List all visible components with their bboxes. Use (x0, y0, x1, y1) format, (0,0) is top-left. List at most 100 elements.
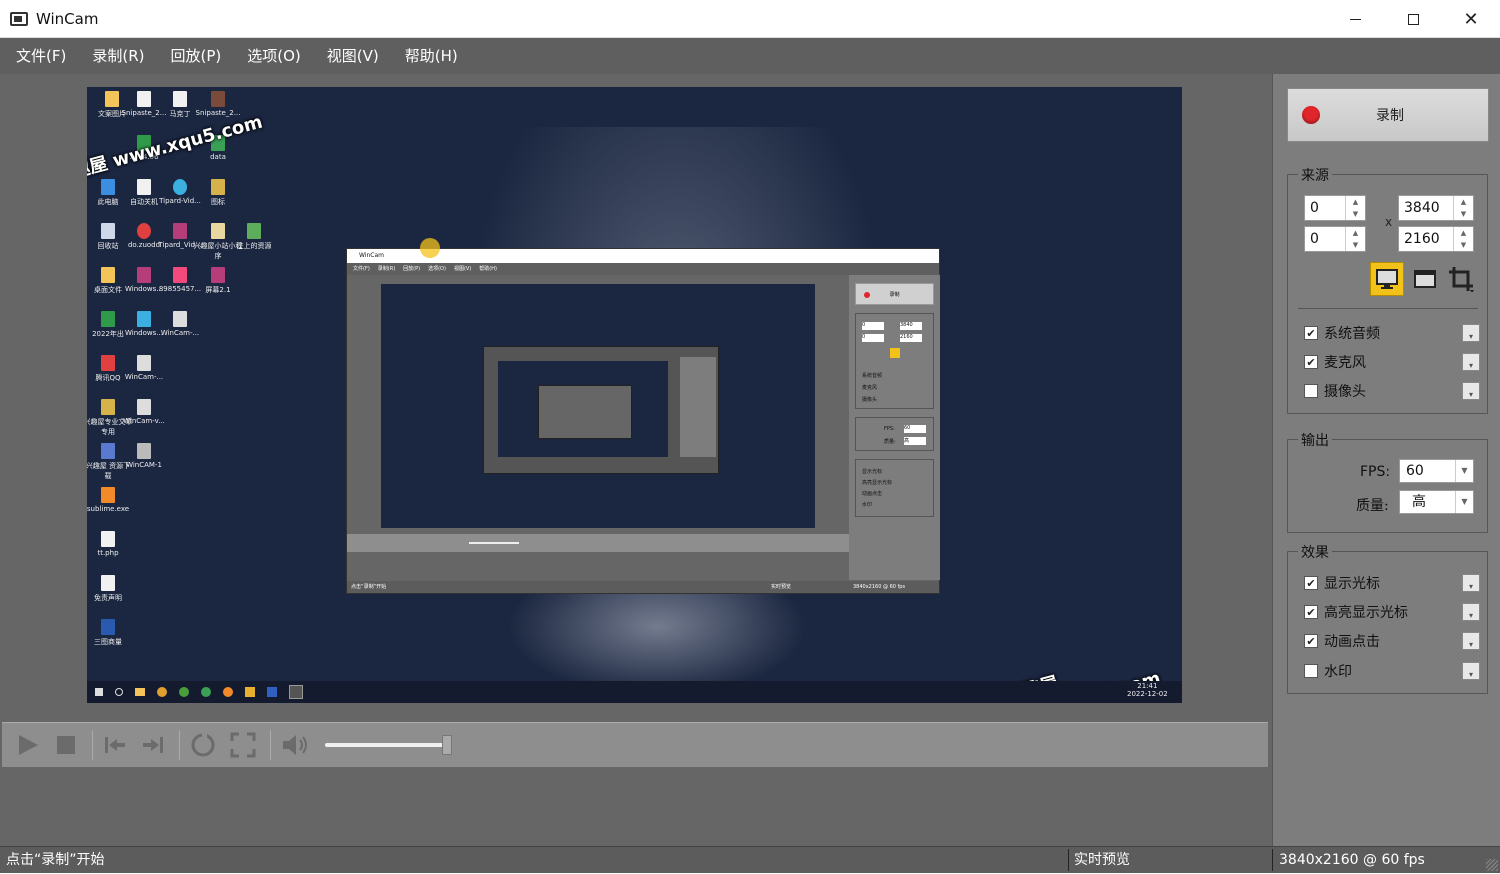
separator (92, 730, 93, 760)
explorer-icon[interactable] (135, 688, 145, 696)
menu-help[interactable]: 帮助(H) (395, 38, 468, 74)
microphone-option[interactable]: ✔ 麦克风 ▾ (1304, 351, 1480, 373)
animate-click-settings-button[interactable]: ▾ (1462, 632, 1480, 650)
desktop-icon[interactable]: tt.php (87, 531, 133, 557)
search-icon[interactable] (115, 688, 123, 696)
browser-icon[interactable] (157, 687, 167, 697)
source-group: 来源 0 ▲ ▼ 0 ▲ ▼ x 3840 ▲ ▼ 2160 ▲ ▼ ✔ 系统音频 ▾ ✔ 麦克… (1287, 165, 1488, 414)
show-cursor-option[interactable]: ✔ 显示光标 ▾ (1304, 572, 1480, 594)
volume-slider-handle[interactable] (442, 735, 452, 755)
volume-slider[interactable] (325, 735, 455, 755)
play-icon[interactable] (16, 733, 40, 757)
status-bar: 点击“录制”开始 实时预览 3840x2160 @ 60 fps (0, 846, 1500, 873)
menu-options[interactable]: 选项(O) (237, 38, 311, 74)
desktop-icon[interactable]: 注上的资源 (229, 223, 279, 251)
menu-file[interactable]: 文件(F) (6, 38, 76, 74)
desktop-icon[interactable]: sublime.exe (87, 487, 133, 513)
separator (270, 730, 271, 760)
desktop-icon[interactable]: 三图商量 (87, 619, 133, 647)
monitor-icon (1376, 269, 1398, 289)
highlight-cursor-checkbox[interactable]: ✔ (1304, 605, 1318, 619)
desktop-icon[interactable]: WinCam-v... (119, 399, 169, 425)
highlight-cursor-settings-button[interactable]: ▾ (1462, 603, 1480, 621)
desktop-icon[interactable]: 免责声明 (87, 575, 133, 603)
animate-click-checkbox[interactable]: ✔ (1304, 634, 1318, 648)
quality-select[interactable]: 高 ▼ (1399, 490, 1474, 514)
output-label: 输出 (1298, 430, 1332, 450)
camera-settings-button[interactable]: ▾ (1462, 382, 1480, 400)
camera-option[interactable]: 摄像头 ▾ (1304, 380, 1480, 402)
window-icon (1414, 270, 1436, 288)
wincam-taskbar-icon[interactable] (289, 685, 303, 699)
system-audio-settings-button[interactable]: ▾ (1462, 324, 1480, 342)
window-source-button[interactable] (1408, 262, 1442, 296)
record-label: 录制 (1376, 108, 1404, 124)
desktop-icon[interactable]: WinCam-... (119, 355, 169, 381)
desktop-taskbar: 21:41 2022-12-02 (87, 681, 1182, 703)
photoshop-icon[interactable] (267, 687, 277, 697)
cursor-highlight (420, 238, 440, 258)
chevron-down-icon: ▼ (1455, 491, 1473, 513)
source-height-input[interactable]: 2160 ▲ ▼ (1398, 226, 1474, 252)
nested-preview (381, 284, 815, 528)
record-button[interactable]: 录制 (1287, 88, 1489, 142)
effects-label: 效果 (1298, 542, 1332, 562)
camera-checkbox[interactable] (1304, 384, 1318, 398)
nested-preview-window (483, 346, 719, 474)
desktop-icon[interactable]: 图标 (193, 179, 243, 207)
show-cursor-settings-button[interactable]: ▾ (1462, 574, 1480, 592)
nested-menu: 文件(F) 录制(R) 回放(P) 选项(O) 视图(V) 帮助(H) (347, 263, 939, 275)
microphone-checkbox[interactable]: ✔ (1304, 355, 1318, 369)
volume-icon[interactable] (281, 732, 309, 758)
system-audio-option[interactable]: ✔ 系统音频 ▾ (1304, 322, 1480, 344)
menu-playback[interactable]: 回放(P) (160, 38, 231, 74)
divider (1298, 308, 1478, 309)
windows-start-icon[interactable] (95, 688, 103, 696)
output-group: 输出 FPS: 60 ▼ 质量: 高 ▼ (1287, 430, 1488, 533)
wincam-app-icon (10, 9, 30, 29)
status-hint: 点击“录制”开始 (6, 852, 105, 868)
settings-panel: 录制 来源 0 ▲ ▼ 0 ▲ ▼ x 3840 ▲ ▼ 2160 ▲ ▼ ✔ 系统音频 ▾ ✔… (1272, 74, 1500, 846)
watermark-option[interactable]: 水印 ▾ (1304, 660, 1480, 682)
menu-view[interactable]: 视图(V) (317, 38, 389, 74)
minimize-button[interactable] (1326, 0, 1384, 38)
nested-controls (347, 534, 849, 552)
app-icon[interactable] (223, 687, 233, 697)
minimize-icon (1349, 18, 1361, 20)
show-cursor-checkbox[interactable]: ✔ (1304, 576, 1318, 590)
taskbar-clock: 21:41 2022-12-02 (1127, 682, 1168, 698)
highlight-cursor-option[interactable]: ✔ 高亮显示光标 ▾ (1304, 601, 1480, 623)
resize-grip-icon[interactable] (1486, 859, 1498, 871)
fullscreen-icon[interactable] (230, 732, 256, 758)
window-title: WinCam (36, 9, 99, 28)
menu-record[interactable]: 录制(R) (82, 38, 154, 74)
microphone-settings-button[interactable]: ▾ (1462, 353, 1480, 371)
close-button[interactable]: ✕ (1442, 0, 1500, 38)
desktop-icon[interactable]: WinCAM-1 (119, 443, 169, 469)
watermark-settings-button[interactable]: ▾ (1462, 662, 1480, 680)
maximize-button[interactable] (1384, 0, 1442, 38)
loop-icon[interactable] (190, 732, 216, 758)
nested-right-panel: 录制 0 3840 0 2160 系统音频 麦克风 摄像头 FPS: 60 质量… (849, 275, 940, 580)
region-source-button[interactable] (1444, 262, 1478, 296)
chrome-icon[interactable] (179, 687, 189, 697)
wechat-icon[interactable] (201, 687, 211, 697)
app-icon[interactable] (245, 687, 255, 697)
skip-forward-icon[interactable] (141, 733, 165, 757)
fullscreen-source-button[interactable] (1370, 262, 1404, 296)
separator (179, 730, 180, 760)
desktop-icon[interactable]: 屏幕2.1 (193, 267, 243, 295)
watermark-checkbox[interactable] (1304, 664, 1318, 678)
fps-select[interactable]: 60 ▼ (1399, 459, 1474, 483)
stop-icon[interactable] (54, 733, 78, 757)
live-preview: 文案图片 Snipaste_2... 马克丁 Snipaste_2... 201… (87, 87, 1182, 703)
source-y-input[interactable]: 0 ▲ ▼ (1304, 226, 1366, 252)
crop-icon (1449, 267, 1474, 292)
desktop-icon[interactable]: WinCam-... (155, 311, 205, 337)
system-audio-checkbox[interactable]: ✔ (1304, 326, 1318, 340)
animate-click-option[interactable]: ✔ 动画点击 ▾ (1304, 630, 1480, 652)
source-x-input[interactable]: 0 ▲ ▼ (1304, 195, 1366, 221)
chevron-down-icon: ▼ (1455, 460, 1473, 482)
source-width-input[interactable]: 3840 ▲ ▼ (1398, 195, 1474, 221)
skip-back-icon[interactable] (103, 733, 127, 757)
